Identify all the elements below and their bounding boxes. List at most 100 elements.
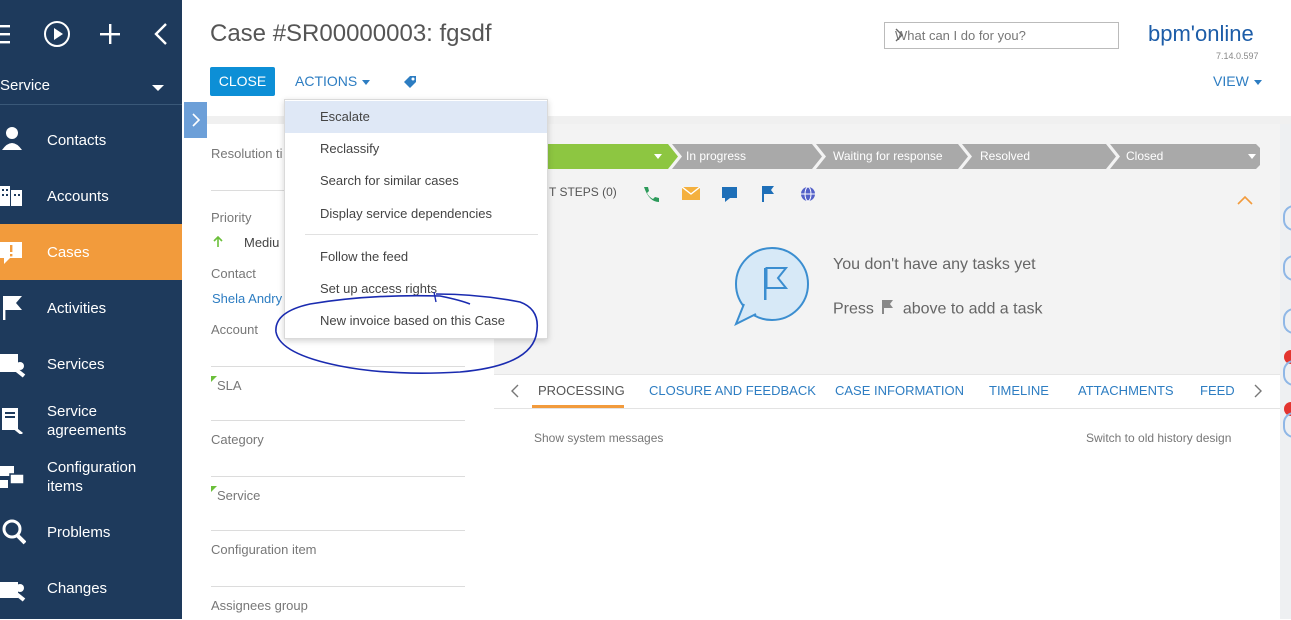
collapse-up-icon[interactable]	[1237, 192, 1253, 210]
sidebar-item-service-agreements[interactable]: Service agreements	[0, 392, 182, 448]
menu-item-label: Reclassify	[320, 141, 380, 156]
menu-item-follow-the-feed[interactable]: Follow the feed	[285, 241, 547, 273]
category-label: Category	[211, 432, 264, 447]
empty-tasks-hint: Press above to add a task	[833, 300, 1042, 319]
priority-value[interactable]: Mediu	[244, 235, 279, 250]
menu-item-reclassify[interactable]: Reclassify	[285, 133, 547, 165]
switch-old-history-link[interactable]: Switch to old history design	[1086, 431, 1231, 445]
empty-tasks-title: You don't have any tasks yet	[833, 256, 1036, 273]
actions-button[interactable]: ACTIONS	[295, 73, 371, 89]
email-icon[interactable]	[681, 186, 701, 206]
next-steps-label[interactable]: T STEPS (0)	[549, 185, 617, 199]
stage-in-progress[interactable]: In progress	[686, 144, 746, 169]
collapse-panel-button[interactable]	[184, 102, 207, 138]
sidebar-item-label: Contacts	[47, 132, 107, 149]
field-divider	[211, 530, 465, 531]
view-button[interactable]: VIEW	[1213, 73, 1262, 89]
menu-item-label: Search for similar cases	[320, 173, 459, 188]
case-stage-bar: In progress Waiting for response Resolve…	[494, 144, 1260, 169]
tab-feed[interactable]: FEED	[1200, 383, 1235, 398]
command-search-input[interactable]: What can I do for you?	[884, 22, 1119, 49]
page-title: Case #SR00000003: fgsdf	[210, 20, 492, 47]
tabs-scroll-left-icon[interactable]	[510, 383, 520, 404]
sidebar-item-label: Configuration items	[47, 459, 137, 495]
configuration-items-icon	[0, 460, 26, 490]
sidebar-item-label: Changes	[47, 580, 108, 597]
flag-icon	[882, 300, 894, 319]
menu-item-label: Display service dependencies	[320, 206, 492, 221]
hint-press: Press	[833, 300, 874, 318]
chat-icon[interactable]	[722, 187, 738, 208]
field-divider	[211, 420, 465, 421]
tab-timeline[interactable]: TIMELINE	[989, 383, 1049, 398]
chevron-down-icon	[152, 85, 164, 91]
sidebar-item-configuration-items[interactable]: Configuration items	[0, 448, 182, 504]
menu-item-escalate[interactable]: Escalate	[285, 101, 547, 133]
hint-rest: above to add a task	[902, 300, 1043, 318]
assignees-group-label: Assignees group	[211, 598, 308, 613]
services-icon	[0, 348, 26, 378]
accounts-icon	[0, 180, 26, 210]
menu-item-label: Follow the feed	[320, 249, 409, 264]
add-icon[interactable]	[96, 18, 128, 50]
sidebar-item-contacts[interactable]: Contacts	[0, 112, 182, 168]
tabs-container	[494, 374, 1280, 620]
sidebar-item-cases[interactable]: Cases	[0, 224, 182, 280]
sidebar-item-label: Service agreements	[47, 403, 127, 439]
version-label: 7.14.0.597	[1216, 51, 1259, 61]
view-label: VIEW	[1213, 73, 1249, 89]
sidebar-item-changes[interactable]: Changes	[0, 560, 182, 616]
sidebar-item-services[interactable]: Services	[0, 336, 182, 392]
sidebar-item-accounts[interactable]: Accounts	[0, 168, 182, 224]
stage-waiting-for-response[interactable]: Waiting for response	[833, 144, 943, 169]
logo: bpm'online	[1148, 21, 1254, 46]
resolution-time-label: Resolution ti	[211, 146, 283, 161]
field-divider	[211, 586, 465, 587]
menu-item-label: Escalate	[320, 109, 370, 124]
tabs-divider	[494, 408, 1280, 409]
stage-closed[interactable]: Closed	[1126, 144, 1163, 169]
tab-processing[interactable]: PROCESSING	[538, 383, 625, 398]
tab-attachments[interactable]: ATTACHMENTS	[1078, 383, 1174, 398]
sidebar-toolbar	[0, 0, 182, 66]
flag-icon[interactable]	[761, 186, 775, 207]
play-process-icon[interactable]	[42, 18, 74, 50]
flag-icon	[0, 292, 26, 322]
tab-case-information[interactable]: CASE INFORMATION	[835, 383, 964, 398]
stage-resolved[interactable]: Resolved	[980, 144, 1030, 169]
arrow-up-icon	[213, 235, 223, 253]
menu-item-search-similar-cases[interactable]: Search for similar cases	[285, 165, 547, 197]
sidebar-item-activities[interactable]: Activities	[0, 280, 182, 336]
annotation-circle	[275, 291, 539, 374]
tabs-scroll-right-icon[interactable]	[1253, 383, 1263, 404]
sidebar-item-label: Accounts	[47, 188, 109, 205]
contacts-icon	[0, 124, 26, 154]
call-icon[interactable]	[641, 185, 661, 208]
sidebar: Service Contacts Accounts Cases Activiti…	[0, 0, 182, 619]
menu-item-display-service-dependencies[interactable]: Display service dependencies	[285, 198, 547, 230]
field-divider	[211, 476, 465, 477]
sidebar-item-problems[interactable]: Problems	[0, 504, 182, 560]
chevron-down-icon	[1253, 79, 1262, 85]
empty-tasks-flag-icon	[732, 244, 812, 331]
workplace-selector[interactable]: Service	[0, 70, 182, 105]
close-button[interactable]: CLOSE	[210, 67, 275, 96]
tag-icon[interactable]	[402, 74, 418, 95]
back-icon[interactable]	[150, 18, 182, 50]
sidebar-item-label: Problems	[47, 524, 111, 541]
chevron-down-icon	[362, 79, 371, 85]
contact-label: Contact	[211, 266, 256, 281]
actions-label: ACTIONS	[295, 73, 358, 89]
globe-icon[interactable]	[800, 186, 816, 207]
configuration-item-label: Configuration item	[211, 542, 317, 557]
service-agreements-icon	[0, 404, 26, 436]
tab-closure-and-feedback[interactable]: CLOSURE AND FEEDBACK	[649, 383, 816, 398]
sla-label: SLA	[217, 378, 242, 393]
chevron-right-icon[interactable]	[895, 28, 1108, 45]
show-system-messages-link[interactable]: Show system messages	[534, 431, 663, 445]
priority-label: Priority	[211, 210, 252, 225]
account-label: Account	[211, 322, 258, 337]
menu-icon[interactable]	[0, 18, 24, 50]
menu-divider	[305, 234, 538, 235]
problems-icon	[0, 516, 27, 546]
